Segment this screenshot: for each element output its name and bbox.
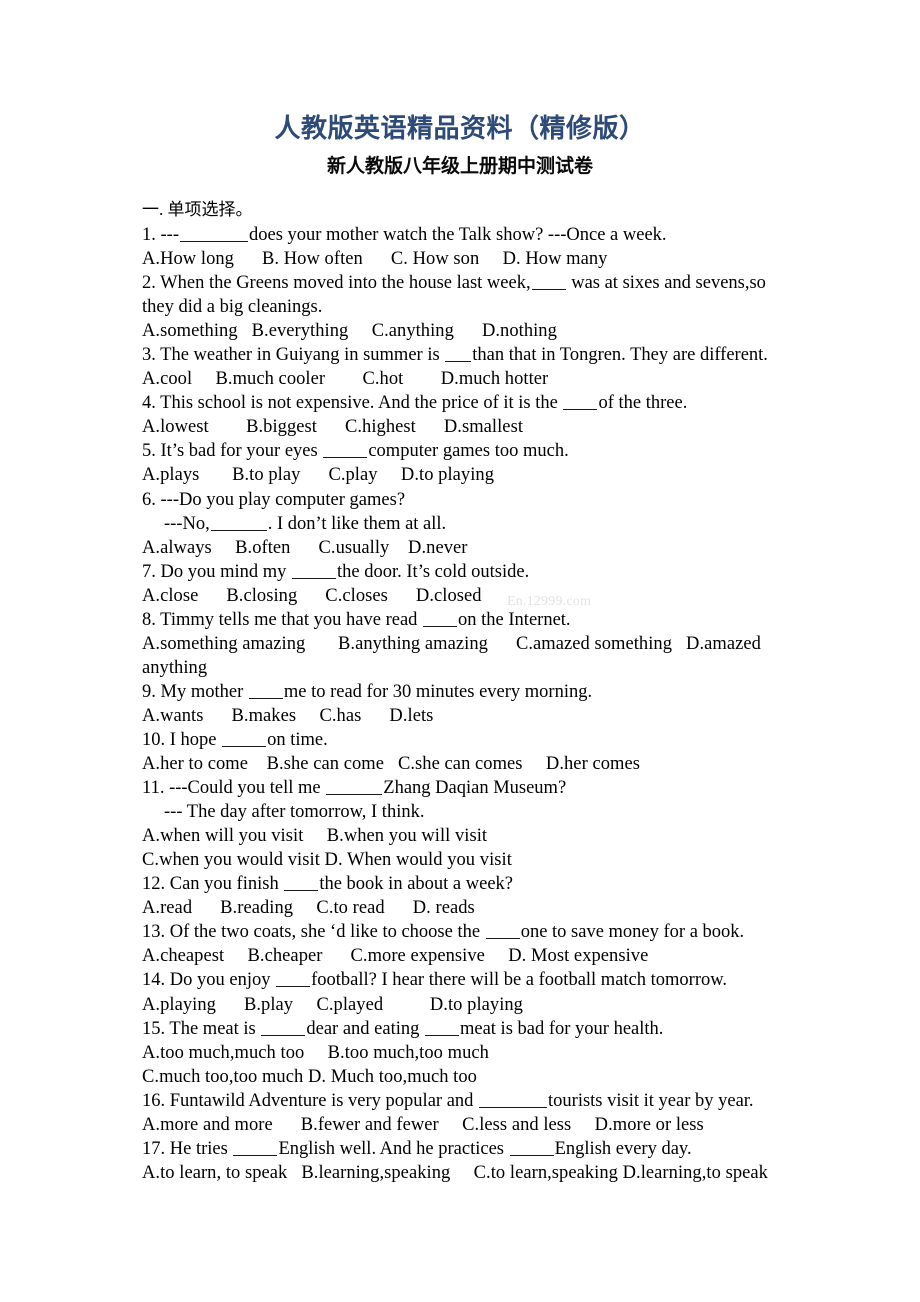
question-stem-pre: 13. Of the two coats, she ‘d like to cho… bbox=[142, 922, 485, 943]
answer-blank bbox=[326, 781, 383, 796]
question-options: A.always B.often C.usually D.never bbox=[142, 537, 468, 558]
answer-blank bbox=[284, 877, 319, 892]
question-stem: 4. This school is not expensive. And the… bbox=[142, 391, 802, 415]
question-options: A.How long B. How often C. How son D. Ho… bbox=[142, 249, 608, 270]
question-stem-post: of the three. bbox=[598, 393, 688, 414]
question-options-continued: C.when you would visit D. When would you… bbox=[142, 850, 512, 871]
question-stem-pre: 17. He tries bbox=[142, 1138, 233, 1159]
question-stem-pre: 8. Timmy tells me that you have read bbox=[142, 609, 423, 630]
question-options: A.her to come B.she can come C.she can c… bbox=[142, 754, 640, 775]
answer-blank-2 bbox=[509, 1142, 554, 1156]
question-stem: 12. Can you finish the book in about a w… bbox=[142, 872, 802, 896]
answer-blank bbox=[292, 565, 337, 579]
answer-blank bbox=[445, 348, 472, 363]
question-stem-post: football? I hear there will be a footbal… bbox=[311, 970, 728, 991]
question-options: A.plays B.to play C.play D.to playing bbox=[142, 465, 495, 486]
question-stem-pre: 10. I hope bbox=[142, 729, 222, 750]
answer-blank bbox=[248, 685, 283, 699]
question-list: 一. 单项选择。 1. --- does your mother watch th… bbox=[142, 198, 802, 1185]
question-stem: 16. Funtawild Adventure is very popular … bbox=[142, 1089, 802, 1113]
question-stem-post: . I don’t like them at all. bbox=[267, 513, 447, 534]
question-stem-post: Zhang Daqian Museum? bbox=[383, 778, 567, 799]
question-stem-post: on the Internet. bbox=[458, 609, 571, 630]
question-stem-post: on time. bbox=[267, 729, 328, 750]
question-stem: 5. It’s bad for your eyes computer games… bbox=[142, 439, 802, 463]
question-stem-post: meat is bad for your health. bbox=[459, 1018, 664, 1039]
question-stem: 8. Timmy tells me that you have read on … bbox=[142, 608, 802, 632]
answer-blank-2 bbox=[424, 1022, 459, 1036]
question-stem: 14. Do you enjoy football? I hear there … bbox=[142, 968, 802, 992]
answer-blank bbox=[261, 1022, 306, 1036]
question-stem: 1. --- does your mother watch the Talk sh… bbox=[142, 223, 802, 247]
question-options: A.close B.closing C.closes D.closed bbox=[142, 585, 482, 606]
question-stem-continued: ---No, . I don’t like them at all. bbox=[142, 512, 802, 536]
question-stem: 10. I hope on time. bbox=[142, 728, 802, 752]
question-stem-pre: 12. Can you finish bbox=[142, 874, 284, 895]
question-options: A.more and more B.fewer and fewer C.less… bbox=[142, 1114, 704, 1135]
question-stem-post: computer games too much. bbox=[368, 441, 569, 462]
question-options: A.read B.reading C.to read D. reads bbox=[142, 898, 475, 919]
answer-blank bbox=[179, 228, 248, 242]
question-stem: 15. The meat is dear and eating meat is … bbox=[142, 1017, 802, 1041]
question-stem: 2. When the Greens moved into the house … bbox=[142, 271, 802, 319]
question-answer-line: --- The day after tomorrow, I think. bbox=[164, 802, 425, 823]
question-stem: 3. The weather in Guiyang in summer is t… bbox=[142, 343, 802, 367]
document-page: 人教版英语精品资料（精修版） 新人教版八年级上册期中测试卷 一. 单项选择。 1… bbox=[0, 0, 920, 1302]
question-stem-mid: dear and eating bbox=[306, 1018, 424, 1039]
question-options: A.lowest B.biggest C.highest D.smallest bbox=[142, 417, 524, 438]
question-options: A.too much,much too B.too much,too much bbox=[142, 1042, 489, 1063]
question-stem-pre: 9. My mother bbox=[142, 681, 248, 702]
answer-blank bbox=[276, 973, 311, 988]
question-stem-post: tourists visit it year by year. bbox=[548, 1090, 754, 1111]
question-options: A.cheapest B.cheaper C.more expensive D.… bbox=[142, 946, 649, 967]
question-options-continued: C.much too,too much D. Much too,much too bbox=[142, 1066, 477, 1087]
question-options: A.when will you visit B.when you will vi… bbox=[142, 826, 488, 847]
section-heading: 一. 单项选择。 bbox=[142, 200, 253, 219]
question-stem-pre: 3. The weather in Guiyang in summer is bbox=[142, 345, 445, 366]
question-options: A.something B.everything C.anything D.no… bbox=[142, 321, 557, 342]
answer-blank bbox=[323, 444, 368, 459]
question-stem-continued: --- The day after tomorrow, I think. bbox=[142, 800, 802, 824]
question-stem: 6. ---Do you play computer games? bbox=[142, 489, 406, 510]
question-stem-post: English every day. bbox=[554, 1138, 692, 1159]
answer-blank bbox=[423, 613, 458, 627]
question-stem: 13. Of the two coats, she ‘d like to cho… bbox=[142, 920, 802, 944]
question-stem-post: one to save money for a book. bbox=[520, 922, 745, 943]
question-stem: 9. My mother me to read for 30 minutes e… bbox=[142, 680, 802, 704]
answer-blank bbox=[531, 276, 566, 291]
title-block: 人教版英语精品资料（精修版） 新人教版八年级上册期中测试卷 bbox=[0, 112, 920, 180]
answer-blank bbox=[479, 1094, 548, 1108]
answer-blank bbox=[485, 925, 520, 940]
question-stem: 17. He tries English well. And he practi… bbox=[142, 1137, 802, 1161]
answer-blank bbox=[563, 396, 598, 411]
question-stem-pre: 5. It’s bad for your eyes bbox=[142, 441, 323, 462]
question-stem-pre: 16. Funtawild Adventure is very popular … bbox=[142, 1090, 479, 1111]
question-stem-post: the book in about a week? bbox=[319, 874, 513, 895]
question-stem-pre: ---No, bbox=[164, 513, 210, 534]
question-options: A.cool B.much cooler C.hot D.much hotter bbox=[142, 369, 549, 390]
question-stem-pre: 7. Do you mind my bbox=[142, 561, 292, 582]
question-stem-post: the door. It’s cold outside. bbox=[337, 561, 530, 582]
question-stem-mid: English well. And he practices bbox=[278, 1138, 509, 1159]
question-options: A.to learn, to speak B.learning,speaking… bbox=[142, 1162, 768, 1183]
page-subtitle: 新人教版八年级上册期中测试卷 bbox=[326, 155, 593, 177]
answer-blank bbox=[210, 517, 267, 531]
answer-blank bbox=[222, 733, 267, 747]
question-stem: 7. Do you mind my the door. It’s cold ou… bbox=[142, 560, 802, 584]
question-stem-pre: 11. ---Could you tell me bbox=[142, 778, 326, 799]
question-stem-pre: 1. --- bbox=[142, 225, 179, 245]
question-stem-pre: 2. When the Greens moved into the house … bbox=[142, 273, 531, 294]
question-options: A.playing B.play C.played D.to playing bbox=[142, 994, 523, 1015]
page-title: 人教版英语精品资料（精修版） bbox=[274, 114, 646, 144]
question-stem-post: me to read for 30 minutes every morning. bbox=[283, 681, 593, 702]
question-stem: 11. ---Could you tell me Zhang Daqian Mu… bbox=[142, 776, 802, 800]
question-stem-pre: 14. Do you enjoy bbox=[142, 970, 276, 991]
question-stem-pre: 15. The meat is bbox=[142, 1018, 261, 1039]
question-options: A.something amazing B.anything amazing C… bbox=[142, 633, 766, 678]
question-options: A.wants B.makes C.has D.lets bbox=[142, 705, 434, 726]
question-stem-post: does your mother watch the Talk show? --… bbox=[248, 225, 667, 245]
question-stem-post: than that in Tongren. They are different… bbox=[472, 345, 768, 366]
question-stem-pre: 4. This school is not expensive. And the… bbox=[142, 393, 563, 414]
answer-blank bbox=[233, 1142, 278, 1156]
